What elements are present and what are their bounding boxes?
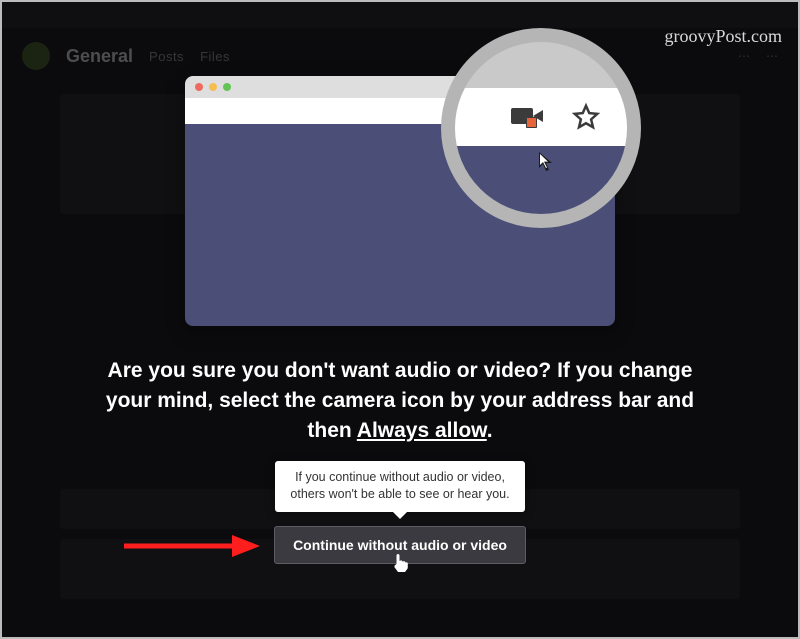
annotation-arrow-icon bbox=[120, 532, 260, 565]
illustration-magnifier bbox=[441, 28, 641, 228]
bookmark-star-icon bbox=[571, 102, 601, 132]
permission-modal: Are you sure you don't want audio or vid… bbox=[50, 40, 750, 600]
traffic-light-minimize-icon bbox=[209, 83, 217, 91]
camera-blocked-icon bbox=[511, 106, 545, 128]
pointer-cursor-icon bbox=[537, 150, 557, 179]
illustration-address-strip bbox=[455, 88, 627, 146]
bg-channel-avatar bbox=[22, 42, 50, 70]
continue-tooltip-text: If you continue without audio or video, … bbox=[275, 461, 525, 512]
traffic-light-zoom-icon bbox=[223, 83, 231, 91]
traffic-light-close-icon bbox=[195, 83, 203, 91]
headline-text-post: . bbox=[487, 419, 493, 442]
bg-topbar bbox=[0, 0, 800, 28]
permission-illustration bbox=[185, 46, 615, 326]
permission-headline: Are you sure you don't want audio or vid… bbox=[90, 356, 710, 447]
headline-always-allow: Always allow bbox=[357, 419, 487, 442]
continue-tooltip: If you continue without audio or video, … bbox=[275, 461, 525, 512]
hand-cursor-icon bbox=[391, 553, 409, 578]
